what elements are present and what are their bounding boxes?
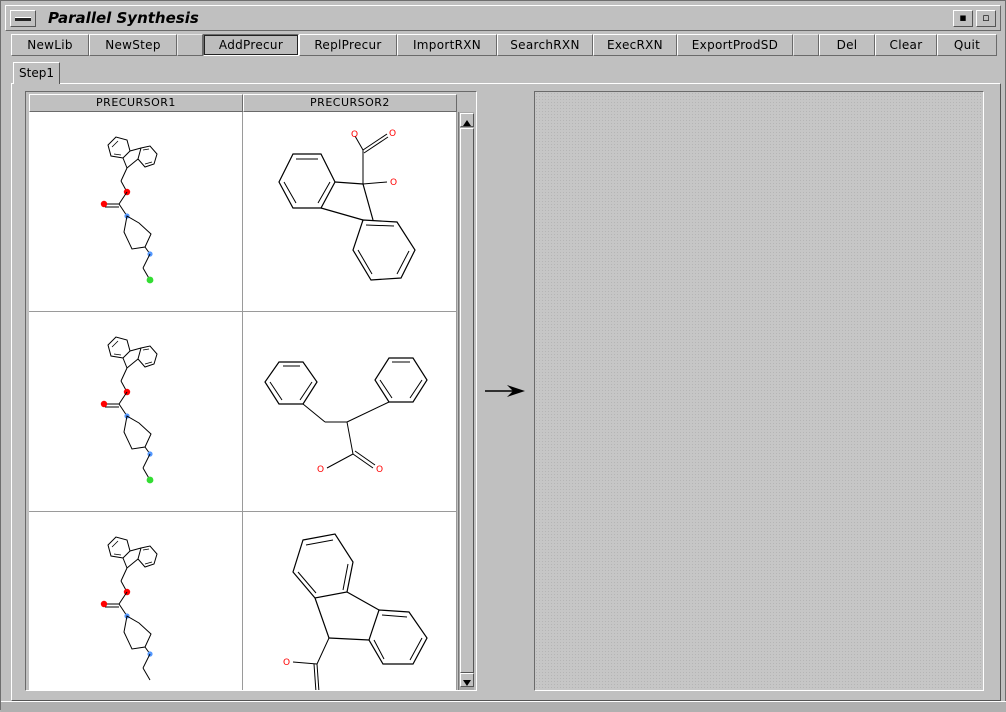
window-title: Parallel Synthesis <box>48 9 199 27</box>
parallel-synthesis-window: Parallel Synthesis ▪ ▫ NewLib NewStep Ad… <box>0 0 1006 712</box>
column-header-precursor1[interactable]: PRECURSOR1 <box>29 94 243 112</box>
oxygen-label: O <box>390 178 397 188</box>
fmoc-piperidine-structure <box>100 336 158 484</box>
scrollbar-thumb[interactable] <box>460 128 474 673</box>
precursor1-cell[interactable] <box>29 112 243 312</box>
importrxn-button[interactable]: ImportRXN <box>397 34 497 56</box>
precursor2-cell[interactable]: O O <box>243 312 457 512</box>
oxygen-label: O <box>351 130 358 140</box>
fmoc-piperidine-structure <box>100 536 158 681</box>
product-panel[interactable] <box>534 91 984 691</box>
newlib-button[interactable]: NewLib <box>11 34 89 56</box>
newstep-button[interactable]: NewStep <box>89 34 177 56</box>
addprecur-button[interactable]: AddPrecur <box>203 34 299 56</box>
toolbar-spacer <box>177 34 203 56</box>
precursor-table: PRECURSOR1 PRECURSOR2 O O O O O O O <box>25 91 477 691</box>
clear-button[interactable]: Clear <box>875 34 937 56</box>
fluorene-carboxylic-acid-structure: O O <box>283 533 428 690</box>
del-button[interactable]: Del <box>819 34 875 56</box>
execrxn-button[interactable]: ExecRXN <box>593 34 677 56</box>
column-header-precursor2[interactable]: PRECURSOR2 <box>243 94 457 112</box>
minimize-icon[interactable]: ▪ <box>953 10 973 27</box>
replprecur-button[interactable]: ReplPrecur <box>299 34 397 56</box>
precursor-grid: O O O O O O O <box>29 112 457 690</box>
quit-button[interactable]: Quit <box>937 34 997 56</box>
vertical-scrollbar[interactable] <box>458 112 474 690</box>
precursor1-cell[interactable] <box>29 312 243 512</box>
oxygen-label: O <box>283 658 290 668</box>
precursor2-cell[interactable]: O O O <box>243 112 457 312</box>
toolbar-spacer <box>793 34 819 56</box>
hydroxyfluorene-carboxylic-acid-structure: O O O <box>278 129 416 281</box>
title-bar[interactable]: Parallel Synthesis ▪ ▫ <box>5 5 1001 31</box>
right-arrow-icon <box>483 381 529 405</box>
fmoc-piperidine-structure <box>100 136 158 284</box>
diphenylacetic-acid-structure: O O <box>264 357 428 475</box>
scroll-down-icon[interactable] <box>460 673 474 687</box>
tab-step1[interactable]: Step1 <box>13 62 60 84</box>
oxygen-label: O <box>389 129 396 139</box>
maximize-icon[interactable]: ▫ <box>976 10 996 27</box>
scroll-up-icon[interactable] <box>460 113 474 127</box>
searchrxn-button[interactable]: SearchRXN <box>497 34 593 56</box>
exportprodsd-button[interactable]: ExportProdSD <box>677 34 793 56</box>
oxygen-label: O <box>317 465 324 475</box>
precursor1-cell[interactable] <box>29 512 243 690</box>
oxygen-label: O <box>376 465 383 475</box>
toolbar: NewLib NewStep AddPrecur ReplPrecur Impo… <box>11 34 997 58</box>
window-bottom-border <box>1 701 1006 712</box>
window-menu-icon[interactable] <box>10 10 36 27</box>
precursor2-cell[interactable]: O O <box>243 512 457 690</box>
